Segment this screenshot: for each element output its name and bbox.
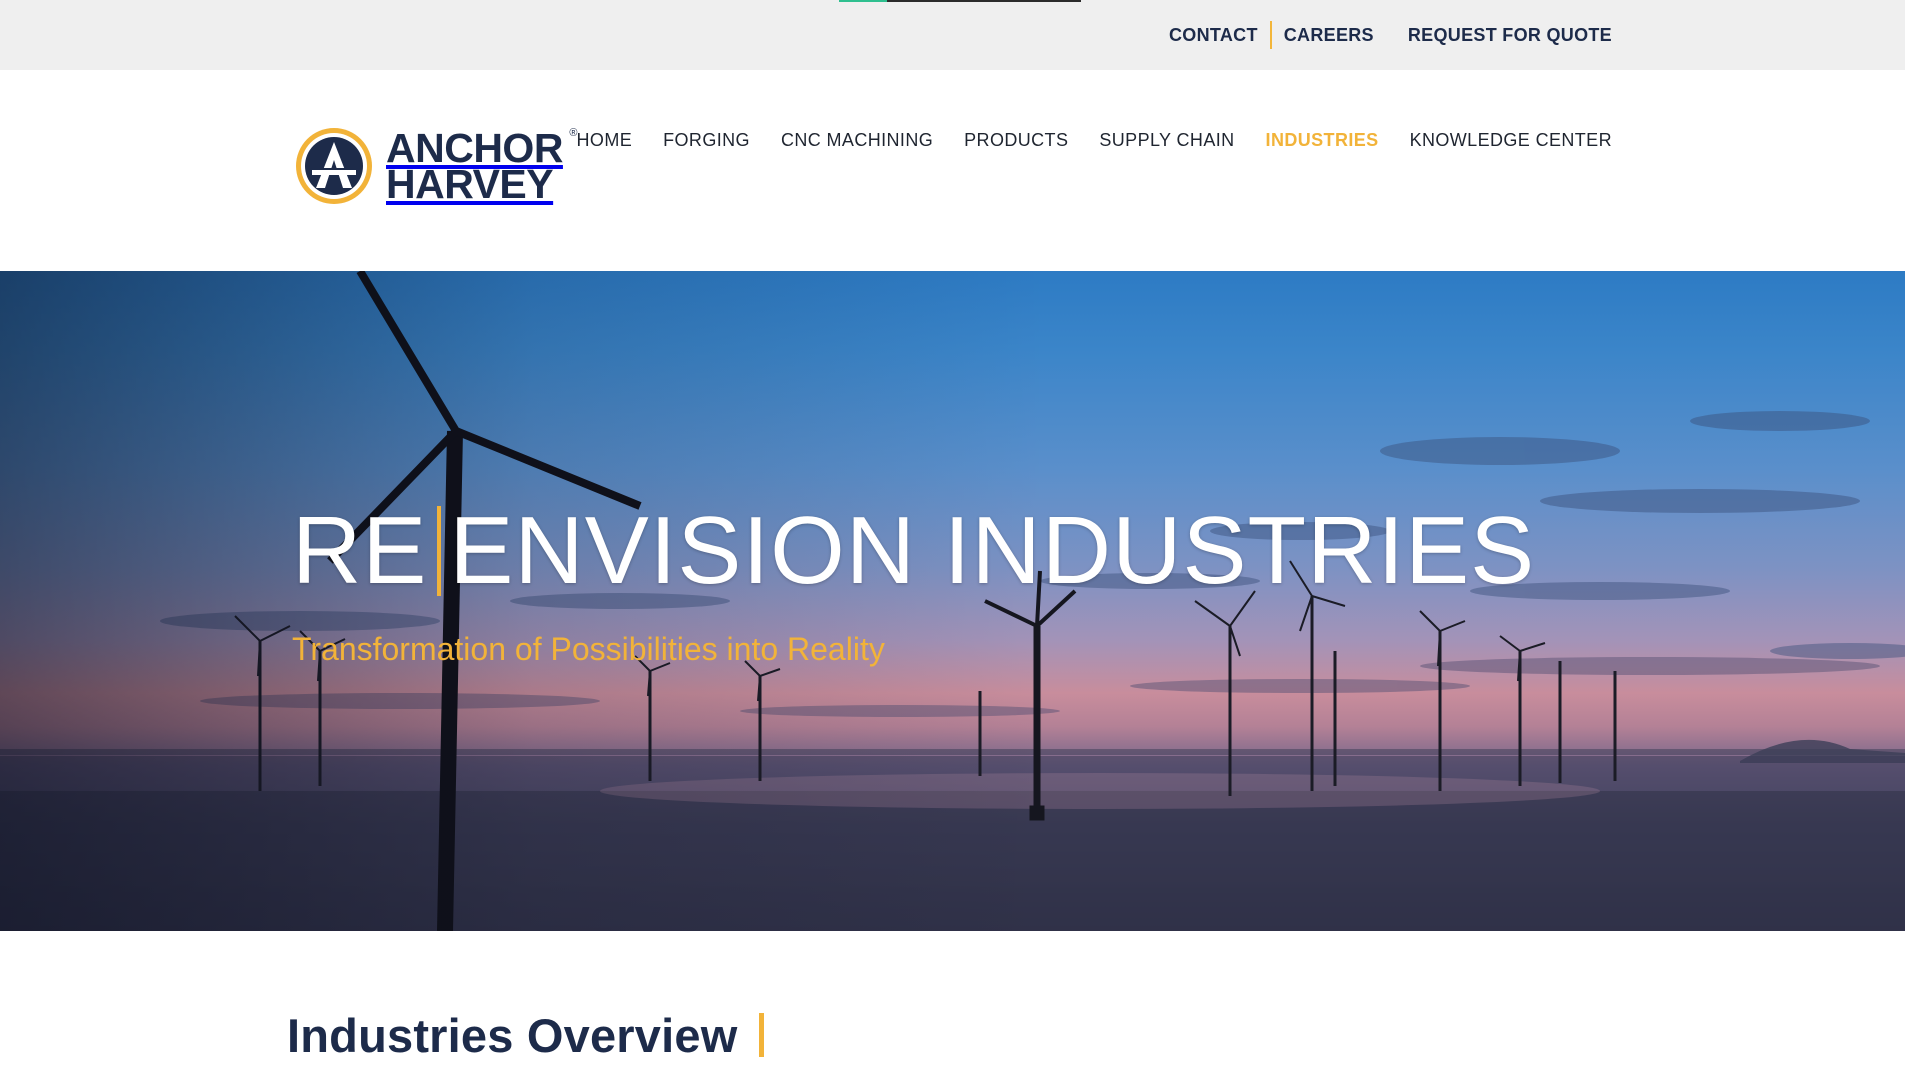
utility-divider: [1269, 21, 1272, 49]
contact-link[interactable]: CONTACT: [1169, 25, 1258, 46]
scroll-progress-fill: [839, 0, 888, 2]
nav-supply-chain[interactable]: SUPPLY CHAIN: [1099, 130, 1234, 151]
nav-products[interactable]: PRODUCTS: [964, 130, 1068, 151]
hero-title-part-2: ENVISION INDUSTRIES: [449, 497, 1536, 604]
main-nav: HOME FORGING CNC MACHINING PRODUCTS SUPP…: [546, 70, 1612, 211]
nav-home[interactable]: HOME: [577, 130, 633, 151]
logo-line-2: HARVEY: [386, 161, 554, 207]
nav-forging[interactable]: FORGING: [663, 130, 750, 151]
hero-title: RE ENVISION INDUSTRIES: [292, 496, 1535, 606]
anchor-harvey-emblem-icon: [296, 128, 372, 204]
hero-title-part-1: RE: [292, 497, 428, 604]
main-header: ANCHOR HARVEY ® HOME FORGING CNC MACHINI…: [0, 70, 1905, 271]
nav-industries[interactable]: INDUSTRIES: [1266, 130, 1379, 151]
section-title-accent-bar: [759, 1013, 765, 1057]
logo[interactable]: ANCHOR HARVEY ®: [292, 123, 577, 209]
page: CONTACT CAREERS REQUEST FOR QUOTE ANCHOR…: [0, 0, 1905, 1080]
hero-subtitle: Transformation of Possibilities into Rea…: [292, 631, 885, 667]
hero-title-divider: [437, 506, 442, 596]
hero-banner: RE ENVISION INDUSTRIES Transformation of …: [0, 271, 1905, 931]
nav-cnc-machining[interactable]: CNC MACHINING: [781, 130, 933, 151]
industries-overview-heading: Industries Overview: [287, 1005, 765, 1065]
utility-nav: CONTACT CAREERS REQUEST FOR QUOTE: [1169, 0, 1612, 70]
scroll-progress-bar: [839, 0, 1081, 2]
careers-link[interactable]: CAREERS: [1284, 25, 1374, 46]
section-title: Industries Overview: [287, 1008, 738, 1062]
nav-knowledge-center[interactable]: KNOWLEDGE CENTER: [1410, 130, 1612, 151]
logo-wordmark: ANCHOR HARVEY ®: [386, 128, 577, 207]
request-for-quote-link[interactable]: REQUEST FOR QUOTE: [1408, 25, 1612, 46]
utility-bar: CONTACT CAREERS REQUEST FOR QUOTE: [0, 0, 1905, 70]
